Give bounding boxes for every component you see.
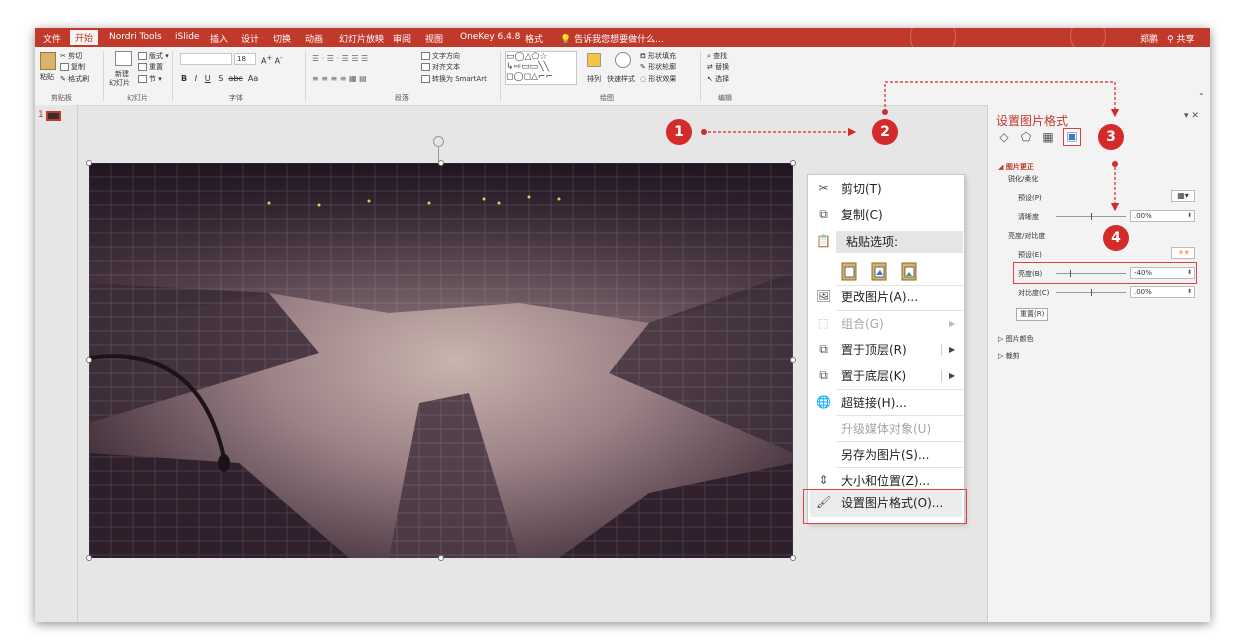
- step-badge-2: 2: [872, 119, 898, 145]
- powerpoint-window: 文件 开始 Nordri Tools iSlide 插入 设计 切换 动画 幻灯…: [35, 28, 1210, 622]
- step-badge-3: 3: [1098, 124, 1124, 150]
- step-badge-4: 4: [1103, 225, 1129, 251]
- arrow-3-to-4: [1110, 161, 1120, 212]
- arrow-2-to-3: [882, 81, 1120, 118]
- arrow-1-to-2: [701, 127, 857, 137]
- step-badge-1: 1: [666, 119, 692, 145]
- annotation-arrows: [701, 81, 1120, 212]
